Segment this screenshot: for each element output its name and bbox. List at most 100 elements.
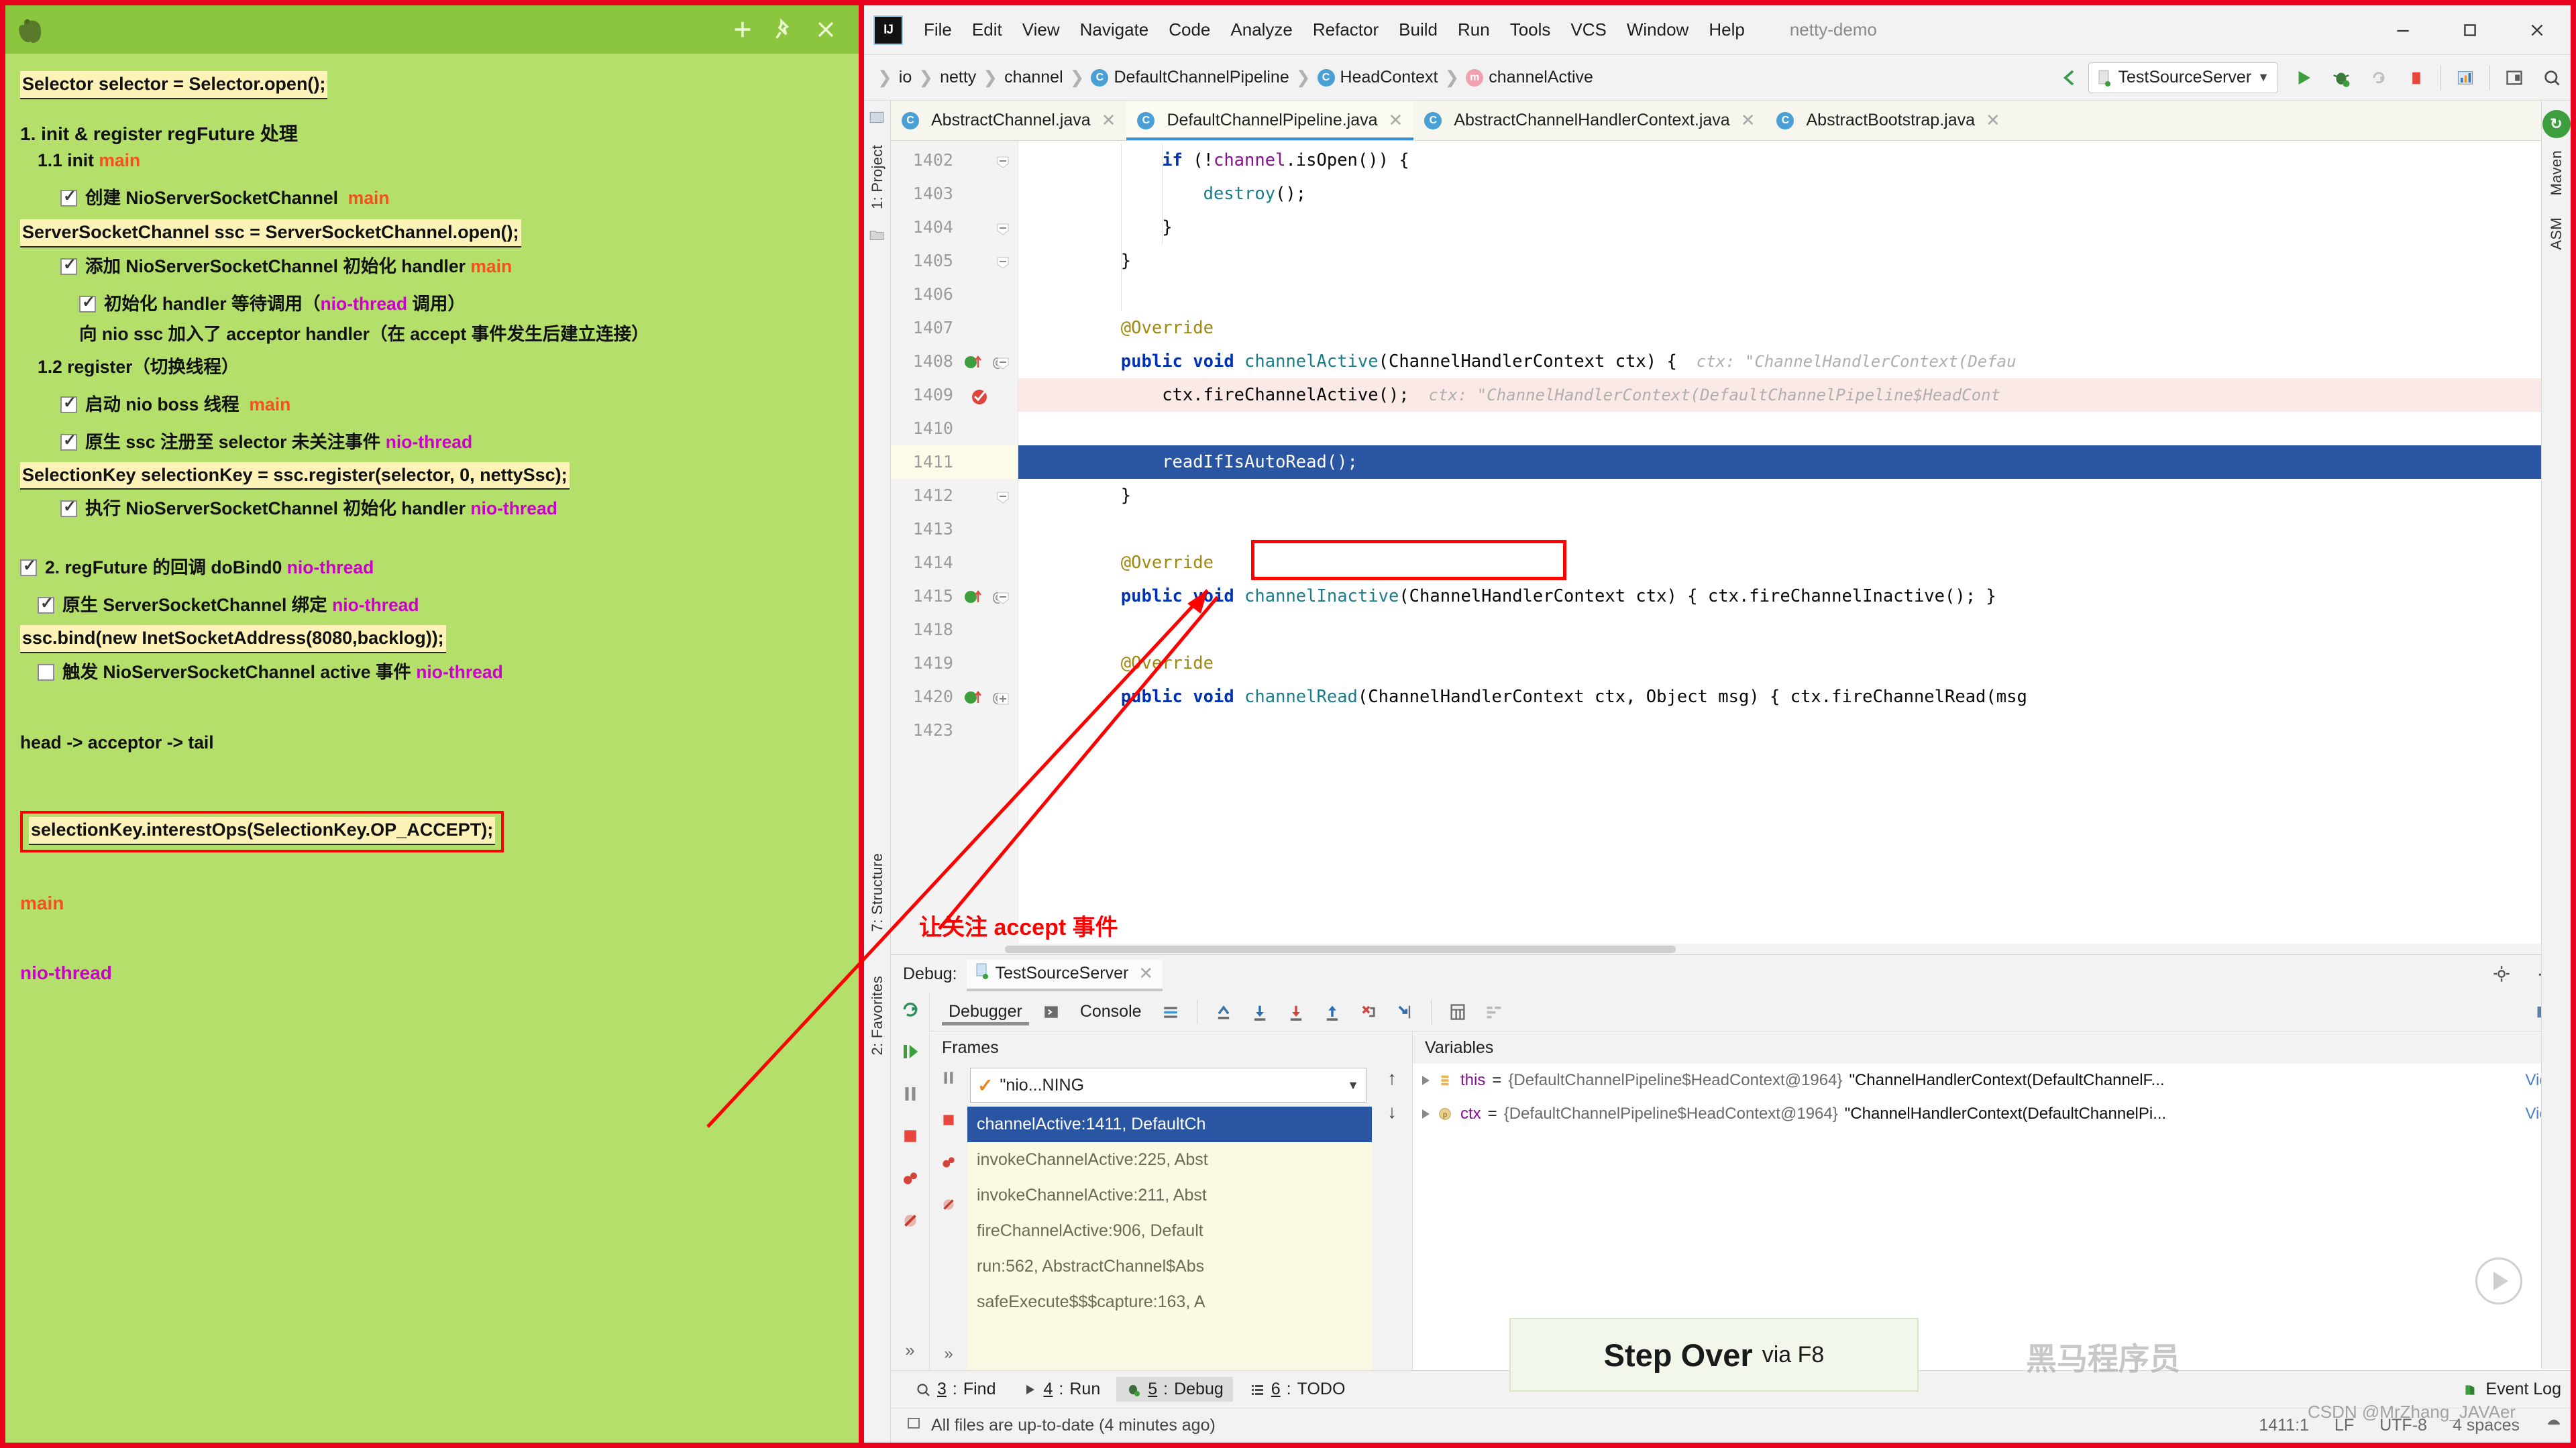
code-line[interactable]: @Override (1018, 546, 2548, 579)
menu-window[interactable]: Window (1617, 17, 1699, 43)
breadcrumb-io[interactable]: io (899, 68, 912, 87)
close-note-button[interactable] (805, 9, 847, 50)
menu-view[interactable]: View (1012, 17, 1070, 43)
editor-horizontal-scrollbar[interactable] (891, 944, 2571, 954)
variable-row[interactable]: p ctx = {DefaultChannelPipeline$HeadCont… (1413, 1097, 2571, 1131)
breadcrumb-headcontext[interactable]: C HeadContext (1317, 68, 1438, 87)
code-folding-marker[interactable] (996, 355, 1010, 370)
code-line[interactable]: } (1018, 479, 2548, 512)
code-folding-marker[interactable] (996, 154, 1010, 168)
view-breakpoints-icon[interactable] (900, 1168, 920, 1193)
sidebar-item-project[interactable]: 1: Project (869, 145, 886, 209)
folder-icon[interactable] (868, 227, 887, 245)
code-line[interactable]: } (1018, 211, 2548, 244)
code-line[interactable]: @Override (1018, 647, 2548, 680)
note-check-item[interactable]: 初始化 handler 等待调用（nio-thread 调用） (20, 292, 839, 316)
tab-console[interactable]: Console (1071, 1002, 1151, 1021)
checkbox-icon[interactable] (20, 556, 37, 577)
code-line[interactable]: } (1018, 244, 2548, 278)
add-note-button[interactable] (722, 9, 763, 50)
run-icon[interactable] (2285, 59, 2322, 97)
step-into-icon[interactable] (1279, 995, 1313, 1029)
breadcrumb-defaultchannelpipeline[interactable]: C DefaultChannelPipeline (1091, 68, 1289, 87)
code-line[interactable]: public void channelRead(ChannelHandlerCo… (1018, 680, 2548, 714)
sidebar-item-structure[interactable]: 7: Structure (869, 853, 886, 932)
note-check-item[interactable]: 执行 NioServerSocketChannel 初始化 handler ni… (20, 497, 839, 520)
thread-selector[interactable]: ✓ "nio...NING ▼ (970, 1068, 1366, 1103)
settings-icon[interactable] (1477, 995, 1511, 1029)
frame-row[interactable]: run:562, AbstractChannel$Abs (967, 1249, 1372, 1284)
menu-refactor[interactable]: Refactor (1303, 17, 1389, 43)
code-line[interactable]: @Override (1018, 311, 2548, 345)
project-tool-icon[interactable] (868, 109, 887, 127)
tab-abstractbootstrap[interactable]: C AbstractBootstrap.java ✕ (1766, 101, 2011, 140)
breadcrumb-netty[interactable]: netty (940, 68, 976, 87)
chevron-down-icon[interactable]: ▼ (1347, 1078, 1359, 1093)
current-execution-marker[interactable] (970, 386, 990, 405)
stop-icon[interactable] (940, 1111, 957, 1133)
rerun-debug-icon[interactable] (900, 999, 920, 1024)
code-folding-marker[interactable] (996, 255, 1010, 269)
back-arrow-icon[interactable] (2051, 59, 2088, 97)
step-out-icon[interactable] (1316, 995, 1349, 1029)
note-check-item[interactable]: 原生 ServerSocketChannel 绑定 nio-thread (20, 594, 839, 617)
more-actions-icon[interactable]: » (905, 1340, 914, 1361)
sidebar-item-favorites[interactable]: 2: Favorites (869, 976, 886, 1056)
bottom-tab-debug[interactable]: 5: Debug (1116, 1377, 1233, 1402)
frames-list[interactable]: channelActive:1411, DefaultCh invokeChan… (967, 1107, 1372, 1370)
tab-abstractchannel[interactable]: C AbstractChannel.java ✕ (891, 101, 1127, 140)
mute-breakpoints-icon[interactable] (900, 1211, 920, 1235)
menu-code[interactable]: Code (1159, 17, 1220, 43)
close-tab-icon[interactable]: ✕ (1986, 110, 2000, 131)
code-line[interactable]: destroy(); (1018, 177, 2548, 211)
code-folding-marker[interactable] (996, 490, 1010, 504)
rerun-icon[interactable] (2360, 59, 2398, 97)
pin-note-button[interactable] (763, 9, 805, 50)
frame-row[interactable]: invokeChannelActive:225, Abst (967, 1142, 1372, 1178)
maximize-button[interactable] (2436, 6, 2504, 54)
stop-program-icon[interactable] (900, 1126, 920, 1151)
menu-edit[interactable]: Edit (962, 17, 1012, 43)
close-tab-icon[interactable]: ✕ (1389, 110, 1403, 131)
run-configuration-selector[interactable]: TestSourceServer ▼ (2088, 62, 2278, 93)
breadcrumb-channel[interactable]: channel (1004, 68, 1063, 87)
step-over-icon[interactable] (1243, 995, 1277, 1029)
maven-reload-icon[interactable]: ↻ (2542, 110, 2571, 138)
frame-row[interactable]: fireChannelActive:906, Default (967, 1213, 1372, 1249)
layout-settings-icon[interactable] (1154, 995, 1187, 1029)
search-everywhere-icon[interactable] (2533, 59, 2571, 97)
checkbox-icon[interactable] (60, 431, 77, 451)
run-to-cursor-icon[interactable] (1388, 995, 1421, 1029)
checkbox-icon[interactable] (60, 186, 77, 207)
scrollbar-thumb[interactable] (1005, 946, 1676, 953)
menu-navigate[interactable]: Navigate (1070, 17, 1159, 43)
editor-gutter[interactable]: 1402 1403 1404 1405 1406 1407 1408 @1409 1410 141… (891, 141, 1018, 944)
code-line[interactable]: public void channelInactive(ChannelHandl… (1018, 579, 2548, 613)
stop-icon[interactable] (2398, 59, 2435, 97)
code-line[interactable]: readIfIsAutoRead(); (1018, 445, 2548, 479)
more-actions-icon[interactable]: » (944, 1345, 953, 1363)
note-check-item[interactable]: 启动 nio boss 线程 main (20, 393, 839, 416)
variable-row[interactable]: this = {DefaultChannelPipeline$HeadConte… (1413, 1064, 2571, 1097)
checkbox-icon[interactable] (60, 255, 77, 275)
tab-debugger[interactable]: Debugger (939, 1002, 1032, 1025)
close-session-icon[interactable]: ✕ (1138, 963, 1153, 984)
debug-icon[interactable] (2322, 59, 2360, 97)
breakpoints-icon[interactable] (940, 1154, 957, 1176)
hector-icon[interactable] (2537, 1414, 2571, 1437)
frame-row[interactable]: channelActive:1411, DefaultCh (967, 1107, 1372, 1142)
mute-breakpoints-icon[interactable] (940, 1196, 957, 1218)
expand-triangle-icon[interactable] (1422, 1076, 1430, 1085)
frame-row[interactable]: invokeChannelActive:211, Abst (967, 1178, 1372, 1213)
resume-program-icon[interactable] (900, 1042, 920, 1066)
breadcrumb-channelactive[interactable]: m channelActive (1466, 68, 1593, 87)
frame-row[interactable]: safeExecute$$$capture:163, A (967, 1284, 1372, 1320)
note-check-item[interactable]: 触发 NioServerSocketChannel active 事件 nio-… (20, 661, 839, 684)
checkbox-icon[interactable] (38, 663, 54, 681)
menu-tools[interactable]: Tools (1500, 17, 1561, 43)
debug-session-tab[interactable]: TestSourceServer ✕ (966, 959, 1163, 991)
code-folding-marker[interactable] (996, 221, 1010, 235)
menu-run[interactable]: Run (1448, 17, 1500, 43)
close-button[interactable] (2504, 6, 2571, 54)
menu-file[interactable]: File (914, 17, 962, 43)
